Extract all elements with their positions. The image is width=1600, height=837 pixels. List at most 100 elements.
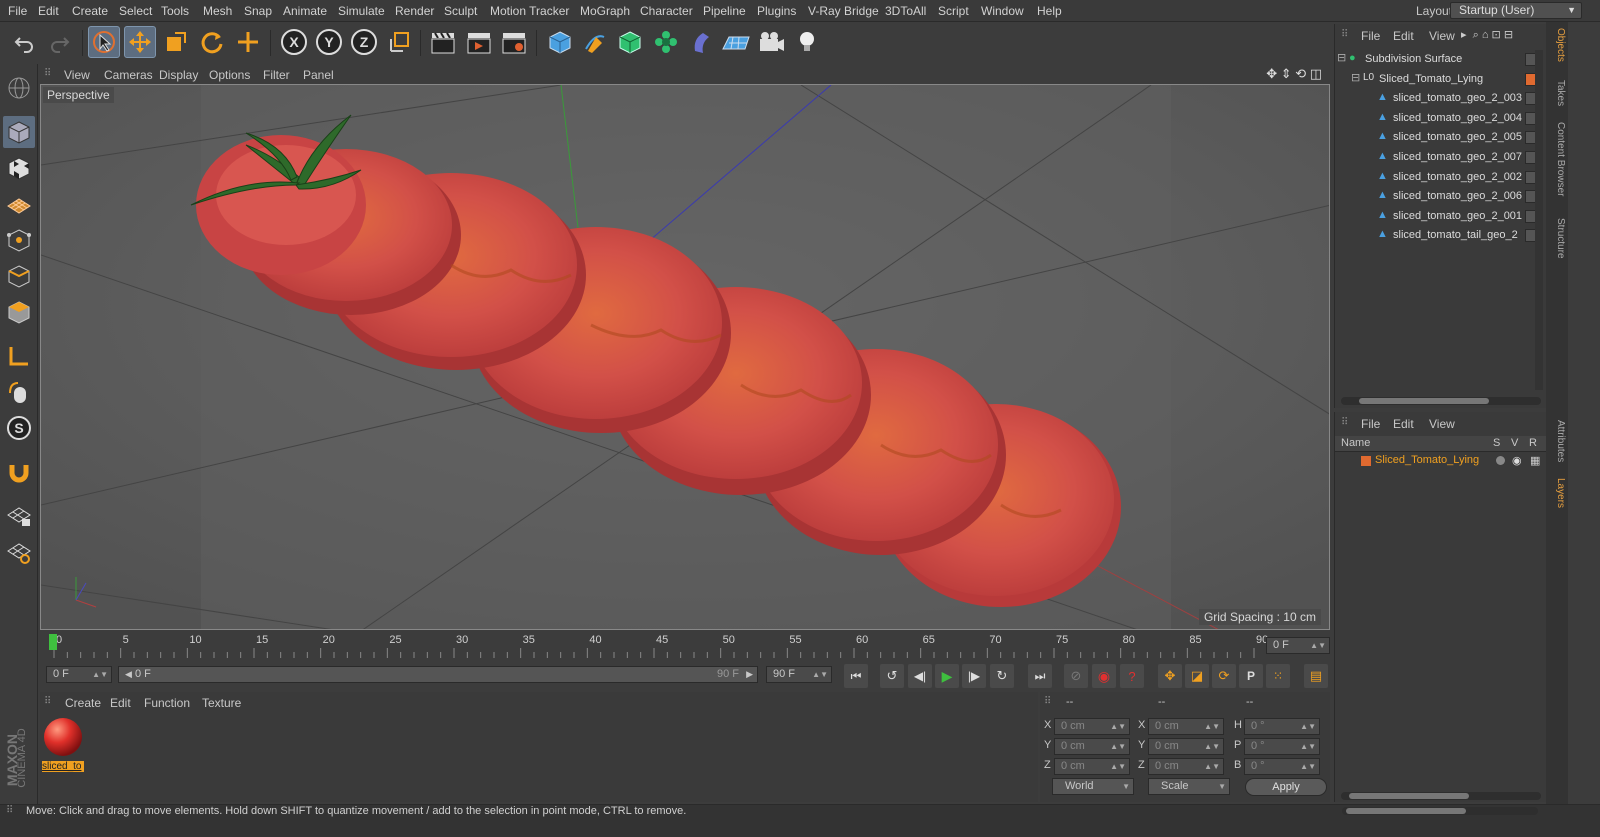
coord-rot-field[interactable]: 0 ° ▲▼ bbox=[1244, 718, 1320, 735]
obj-menu-view[interactable]: View bbox=[1429, 29, 1455, 43]
vp-menu-panel[interactable]: Panel bbox=[303, 68, 334, 82]
tab-content-browser[interactable]: Content Browser bbox=[1548, 122, 1566, 196]
key-parameter-button[interactable]: P bbox=[1239, 664, 1263, 688]
collapse-icon[interactable]: ⊟ bbox=[1351, 71, 1360, 84]
magnet-button[interactable] bbox=[3, 456, 35, 488]
z-axis-lock-button[interactable]: Z bbox=[348, 26, 380, 58]
coord-pos-field[interactable]: 0 cm ▲▼ bbox=[1054, 718, 1130, 735]
layer-menu-edit[interactable]: Edit bbox=[1393, 417, 1414, 431]
menu-3dtoall[interactable]: 3DToAll bbox=[885, 4, 926, 18]
object-row[interactable]: ▲ sliced_tomato_geo_2_004 bbox=[1335, 109, 1538, 128]
menu-create[interactable]: Create bbox=[72, 4, 108, 18]
render-clapper-icon[interactable]: ▦ bbox=[1530, 454, 1540, 467]
polygons-mode-button[interactable] bbox=[3, 296, 35, 328]
autokey-button[interactable]: ? bbox=[1120, 664, 1144, 688]
axis-mode-button[interactable] bbox=[3, 340, 35, 372]
size-mode-select[interactable]: Scale ▼ bbox=[1148, 778, 1230, 795]
menu-animate[interactable]: Animate bbox=[283, 4, 327, 18]
render-view-button[interactable] bbox=[427, 26, 459, 58]
status-scrollbar[interactable] bbox=[1342, 807, 1538, 815]
mat-menu-create[interactable]: Create bbox=[65, 696, 101, 710]
obj-toolbar-icons[interactable]: ▸ ⌕ ⌂ ⊡ ⊟ bbox=[1461, 28, 1513, 42]
menu-simulate[interactable]: Simulate bbox=[338, 4, 385, 18]
coord-size-field[interactable]: 0 cm ▲▼ bbox=[1148, 758, 1224, 775]
menu-snap[interactable]: Snap bbox=[244, 4, 272, 18]
tweak-mode-button[interactable] bbox=[3, 376, 35, 408]
planar-workplane-button[interactable] bbox=[3, 536, 35, 568]
object-row[interactable]: ▲ sliced_tomato_geo_2_002 bbox=[1335, 168, 1538, 187]
menu-sculpt[interactable]: Sculpt bbox=[444, 4, 477, 18]
menu-motion-tracker[interactable]: Motion Tracker bbox=[490, 4, 569, 18]
object-row[interactable]: ▲ sliced_tomato_geo_2_005 bbox=[1335, 128, 1538, 147]
menu-window[interactable]: Window bbox=[981, 4, 1024, 18]
lock-workplane-button[interactable] bbox=[3, 500, 35, 532]
cube-object-button[interactable] bbox=[544, 26, 576, 58]
coord-size-field[interactable]: 0 cm ▲▼ bbox=[1148, 738, 1224, 755]
make-editable-button[interactable] bbox=[3, 72, 35, 104]
move-tool-button[interactable] bbox=[124, 26, 156, 58]
coordinate-system-button[interactable] bbox=[384, 26, 416, 58]
snap-button[interactable]: S bbox=[3, 412, 35, 444]
vp-menu-filter[interactable]: Filter bbox=[263, 68, 290, 82]
live-selection-button[interactable] bbox=[88, 26, 120, 58]
layer-menu-file[interactable]: File bbox=[1361, 417, 1380, 431]
y-axis-lock-button[interactable]: Y bbox=[313, 26, 345, 58]
next-frame-button[interactable]: |▶ bbox=[962, 664, 986, 688]
obj-scrollbar-track[interactable] bbox=[1341, 397, 1541, 405]
texture-mode-button[interactable] bbox=[3, 152, 35, 184]
end-frame-field[interactable]: 90 F ▲▼ bbox=[766, 666, 832, 683]
menu-character[interactable]: Character bbox=[640, 4, 693, 18]
object-row[interactable]: ▲ sliced_tomato_geo_2_006 bbox=[1335, 187, 1538, 206]
model-mode-button[interactable] bbox=[3, 116, 35, 148]
render-settings-button[interactable] bbox=[498, 26, 530, 58]
coord-pos-field[interactable]: 0 cm ▲▼ bbox=[1054, 758, 1130, 775]
keyframe-disabled-button[interactable]: ⊘ bbox=[1064, 664, 1088, 688]
obj-scrollbar-thumb[interactable] bbox=[1359, 398, 1489, 404]
redo-button[interactable] bbox=[44, 26, 76, 58]
coord-system-select[interactable]: World ▼ bbox=[1052, 778, 1134, 795]
coord-size-field[interactable]: 0 cm ▲▼ bbox=[1148, 718, 1224, 735]
scale-tool-button[interactable] bbox=[160, 26, 192, 58]
cloner-button[interactable] bbox=[650, 26, 682, 58]
material-swatch[interactable]: sliced_to bbox=[42, 716, 84, 772]
key-position-button[interactable]: ✥ bbox=[1158, 664, 1182, 688]
menu-mesh[interactable]: Mesh bbox=[203, 4, 232, 18]
current-frame-field[interactable]: 0 F ▲▼ bbox=[1266, 637, 1330, 654]
mat-menu-function[interactable]: Function bbox=[144, 696, 190, 710]
menu-pipeline[interactable]: Pipeline bbox=[703, 4, 746, 18]
pen-spline-button[interactable] bbox=[579, 26, 611, 58]
visible-eye-icon[interactable]: ◉ bbox=[1512, 454, 1522, 467]
menu-edit[interactable]: Edit bbox=[38, 4, 59, 18]
tab-layers[interactable]: Layers bbox=[1548, 478, 1566, 508]
viewport-nav-icons[interactable]: ✥ ⇕ ⟲ ◫ bbox=[1266, 66, 1322, 82]
timeline-window-button[interactable]: ▤ bbox=[1304, 664, 1328, 688]
status-scrollbar-thumb[interactable] bbox=[1346, 808, 1466, 814]
apply-button[interactable]: Apply bbox=[1245, 778, 1327, 796]
points-mode-button[interactable] bbox=[3, 224, 35, 256]
menu-select[interactable]: Select bbox=[119, 4, 152, 18]
menu-render[interactable]: Render bbox=[395, 4, 434, 18]
workplane-mode-button[interactable] bbox=[3, 188, 35, 220]
mat-menu-edit[interactable]: Edit bbox=[110, 696, 131, 710]
prev-frame-button[interactable]: ◀| bbox=[908, 664, 932, 688]
layout-select[interactable]: Startup (User) ▼ bbox=[1450, 2, 1582, 19]
prev-key-button[interactable]: ↺ bbox=[880, 664, 904, 688]
object-row[interactable]: ▲ sliced_tomato_geo_2_003 bbox=[1335, 89, 1538, 108]
obj-menu-edit[interactable]: Edit bbox=[1393, 29, 1414, 43]
key-pla-button[interactable]: ⁙ bbox=[1266, 664, 1290, 688]
object-row[interactable]: ▲ sliced_tomato_tail_geo_2 bbox=[1335, 226, 1538, 245]
vp-menu-cameras[interactable]: Cameras bbox=[104, 68, 153, 82]
object-row[interactable]: ▲ sliced_tomato_geo_2_007 bbox=[1335, 148, 1538, 167]
goto-end-button[interactable]: ⏭ bbox=[1028, 664, 1052, 688]
light-button[interactable] bbox=[791, 26, 823, 58]
rotate-tool-button[interactable] bbox=[196, 26, 228, 58]
menu-tools[interactable]: Tools bbox=[161, 4, 189, 18]
recent-tool-button[interactable] bbox=[232, 26, 264, 58]
undo-button[interactable] bbox=[8, 26, 40, 58]
next-key-button[interactable]: ↻ bbox=[990, 664, 1014, 688]
collapse-icon[interactable]: ⊟ bbox=[1337, 51, 1346, 64]
coord-pos-field[interactable]: 0 cm ▲▼ bbox=[1054, 738, 1130, 755]
viewport-camera-label[interactable]: Perspective bbox=[43, 87, 114, 103]
deformer-button[interactable] bbox=[686, 26, 718, 58]
object-row[interactable]: ▲ sliced_tomato_geo_2_001 bbox=[1335, 207, 1538, 226]
